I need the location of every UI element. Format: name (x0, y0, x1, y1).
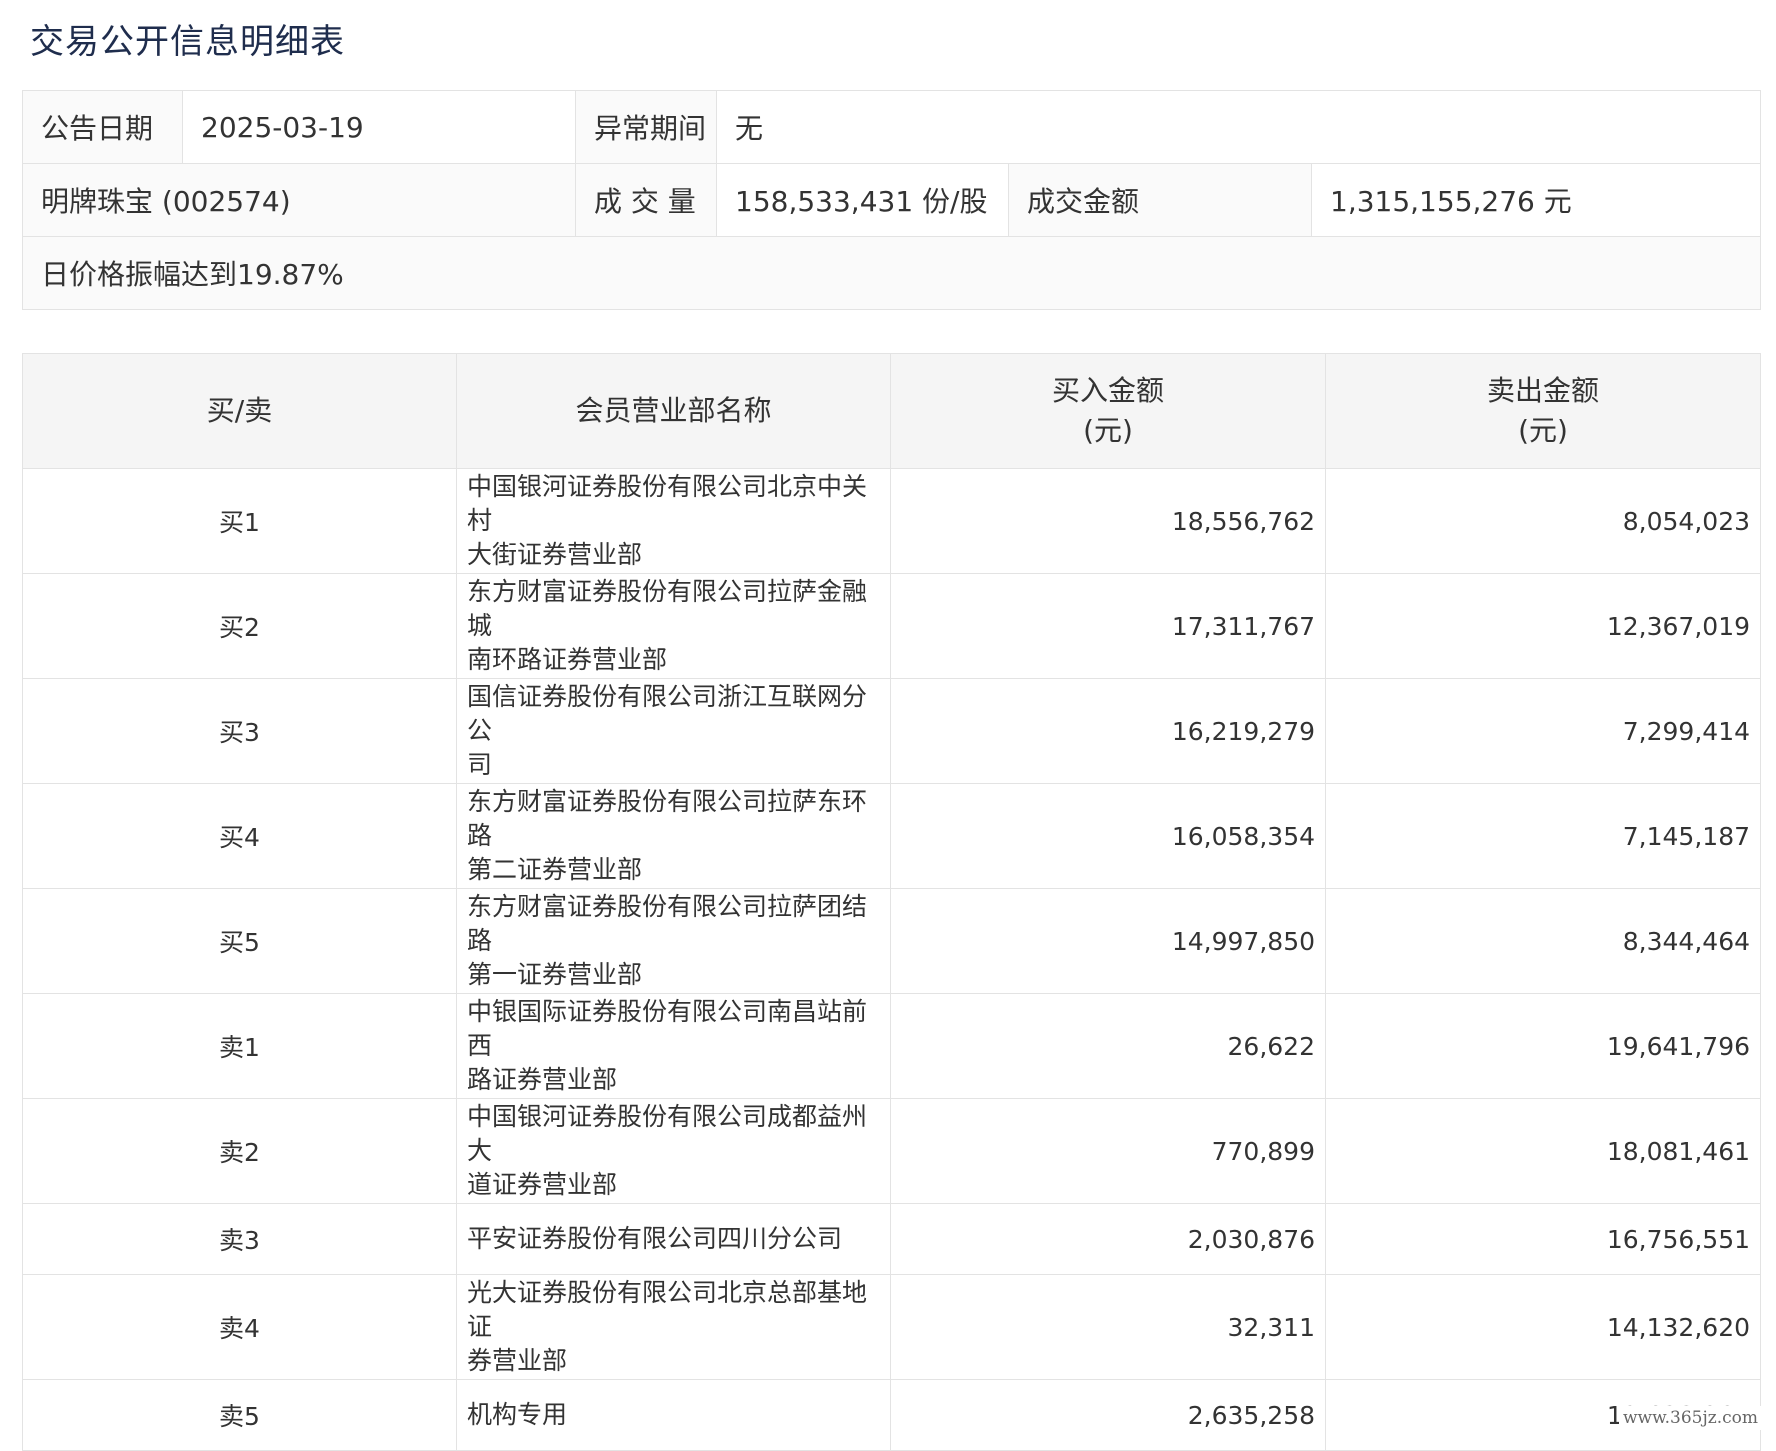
branch-line: 光大证券股份有限公司北京总部基地证 (467, 1278, 868, 1341)
amount-value: 1,315,155,276 元 (1311, 163, 1761, 237)
header-buy-unit: (元) (1083, 414, 1133, 447)
row-branch: 平安证券股份有限公司四川分公司 (456, 1203, 891, 1275)
detail-table: 买/卖 会员营业部名称 买入金额 (元) 卖出金额 (元) 买1 中国银河证券股… (22, 353, 1761, 1451)
row-sell-amount: 14,132,620 (1325, 1274, 1761, 1380)
row-buy-amount: 770,899 (890, 1098, 1326, 1204)
row-side: 买3 (22, 678, 457, 784)
row-side: 卖3 (22, 1203, 457, 1275)
header-side: 买/卖 (22, 353, 457, 469)
row-buy-amount: 16,058,354 (890, 783, 1326, 889)
row-branch: 中国银河证券股份有限公司成都益州大道证券营业部 (456, 1098, 891, 1204)
row-branch: 国信证券股份有限公司浙江互联网分公司 (456, 678, 891, 784)
row-side: 买2 (22, 573, 457, 679)
branch-line: 机构专用 (467, 1400, 568, 1429)
table-row: 卖2 中国银河证券股份有限公司成都益州大道证券营业部 770,899 18,08… (22, 1098, 1761, 1204)
announce-date-label: 公告日期 (22, 90, 183, 164)
row-branch: 中银国际证券股份有限公司南昌站前西路证券营业部 (456, 993, 891, 1099)
row-branch: 东方财富证券股份有限公司拉萨东环路第二证券营业部 (456, 783, 891, 889)
row-side: 买5 (22, 888, 457, 994)
reason-text: 日价格振幅达到19.87% (22, 236, 1761, 310)
row-sell-amount: 19,641,796 (1325, 993, 1761, 1099)
amount-label: 成交金额 (1008, 163, 1312, 237)
announce-date-value: 2025-03-19 (182, 90, 576, 164)
row-sell-amount: 18,081,461 (1325, 1098, 1761, 1204)
row-buy-amount: 26,622 (890, 993, 1326, 1099)
row-buy-amount: 14,997,850 (890, 888, 1326, 994)
header-buy-amount: 买入金额 (元) (890, 353, 1326, 469)
branch-line: 道证券营业部 (467, 1170, 618, 1199)
header-sell-unit: (元) (1518, 414, 1568, 447)
header-branch: 会员营业部名称 (456, 353, 891, 469)
row-sell-amount: 8,344,464 (1325, 888, 1761, 994)
branch-line: 东方财富证券股份有限公司拉萨东环路 (467, 787, 868, 850)
row-side: 卖4 (22, 1274, 457, 1380)
info-table: 公告日期 2025-03-19 异常期间 无 明牌珠宝 (002574) 成 交… (22, 90, 1761, 310)
branch-line: 中银国际证券股份有限公司南昌站前西 (467, 997, 868, 1060)
row-buy-amount: 32,311 (890, 1274, 1326, 1380)
branch-line: 券营业部 (467, 1346, 568, 1375)
row-side: 卖1 (22, 993, 457, 1099)
row-branch: 光大证券股份有限公司北京总部基地证券营业部 (456, 1274, 891, 1380)
detail-header-row: 买/卖 会员营业部名称 买入金额 (元) 卖出金额 (元) (22, 353, 1761, 469)
volume-value: 158,533,431 份/股 (716, 163, 1009, 237)
row-branch: 东方财富证券股份有限公司拉萨金融城南环路证券营业部 (456, 573, 891, 679)
branch-line: 第一证券营业部 (467, 960, 643, 989)
row-buy-amount: 2,030,876 (890, 1203, 1326, 1275)
page-title: 交易公开信息明细表 (30, 22, 345, 62)
branch-line: 东方财富证券股份有限公司拉萨团结路 (467, 892, 868, 955)
header-sell-label: 卖出金额 (1486, 374, 1599, 407)
branch-line: 东方财富证券股份有限公司拉萨金融城 (467, 577, 868, 640)
header-sell-amount: 卖出金额 (元) (1325, 353, 1761, 469)
branch-line: 路证券营业部 (467, 1065, 618, 1094)
row-side: 卖2 (22, 1098, 457, 1204)
row-sell-amount: 12,367,019 (1325, 573, 1761, 679)
branch-line: 国信证券股份有限公司浙江互联网分公 (467, 682, 868, 745)
table-row: 卖3 平安证券股份有限公司四川分公司 2,030,876 16,756,551 (22, 1203, 1761, 1275)
abnormal-period-label: 异常期间 (575, 90, 717, 164)
row-sell-amount: 7,299,414 (1325, 678, 1761, 784)
row-side: 买4 (22, 783, 457, 889)
abnormal-period-value: 无 (716, 90, 1761, 164)
table-row: 买2 东方财富证券股份有限公司拉萨金融城 南环路证券营业部 17,311,767 … (22, 573, 1761, 679)
branch-line: 中国银河证券股份有限公司北京中关村 (467, 472, 868, 535)
branch-line: 平安证券股份有限公司四川分公司 (467, 1224, 843, 1253)
table-row: 买5 东方财富证券股份有限公司拉萨团结路第一证券营业部 14,997,850 8… (22, 888, 1761, 994)
branch-line: 大街证券营业部 (467, 540, 643, 569)
row-buy-amount: 17,311,767 (890, 573, 1326, 679)
row-buy-amount: 16,219,279 (890, 678, 1326, 784)
row-side: 买1 (22, 468, 457, 574)
branch-line: 中国银河证券股份有限公司成都益州大 (467, 1102, 868, 1165)
table-row: 卖4 光大证券股份有限公司北京总部基地证券营业部 32,311 14,132,6… (22, 1274, 1761, 1380)
branch-line: 南环路证券营业部 (467, 645, 668, 674)
header-buy-label: 买入金额 (1051, 374, 1164, 407)
row-buy-amount: 18,556,762 (890, 468, 1326, 574)
branch-line: 司 (467, 750, 493, 779)
row-branch: 中国银河证券股份有限公司北京中关村大街证券营业部 (456, 468, 891, 574)
table-row: 买4 东方财富证券股份有限公司拉萨东环路第二证券营业部 16,058,354 7… (22, 783, 1761, 889)
volume-label: 成 交 量 (575, 163, 717, 237)
stock-name: 明牌珠宝 (002574) (22, 163, 576, 237)
row-sell-amount: 8,054,023 (1325, 468, 1761, 574)
branch-line: 第二证券营业部 (467, 855, 643, 884)
watermark: www.365jz.com (1619, 1406, 1762, 1430)
table-row: 卖1 中银国际证券股份有限公司南昌站前西路证券营业部 26,622 19,641… (22, 993, 1761, 1099)
row-branch: 东方财富证券股份有限公司拉萨团结路第一证券营业部 (456, 888, 891, 994)
row-sell-amount: 16,756,551 (1325, 1203, 1761, 1275)
table-row: 买3 国信证券股份有限公司浙江互联网分公司 16,219,279 7,299,4… (22, 678, 1761, 784)
table-row: 买1 中国银河证券股份有限公司北京中关村大街证券营业部 18,556,762 8… (22, 468, 1761, 574)
row-sell-amount: 7,145,187 (1325, 783, 1761, 889)
